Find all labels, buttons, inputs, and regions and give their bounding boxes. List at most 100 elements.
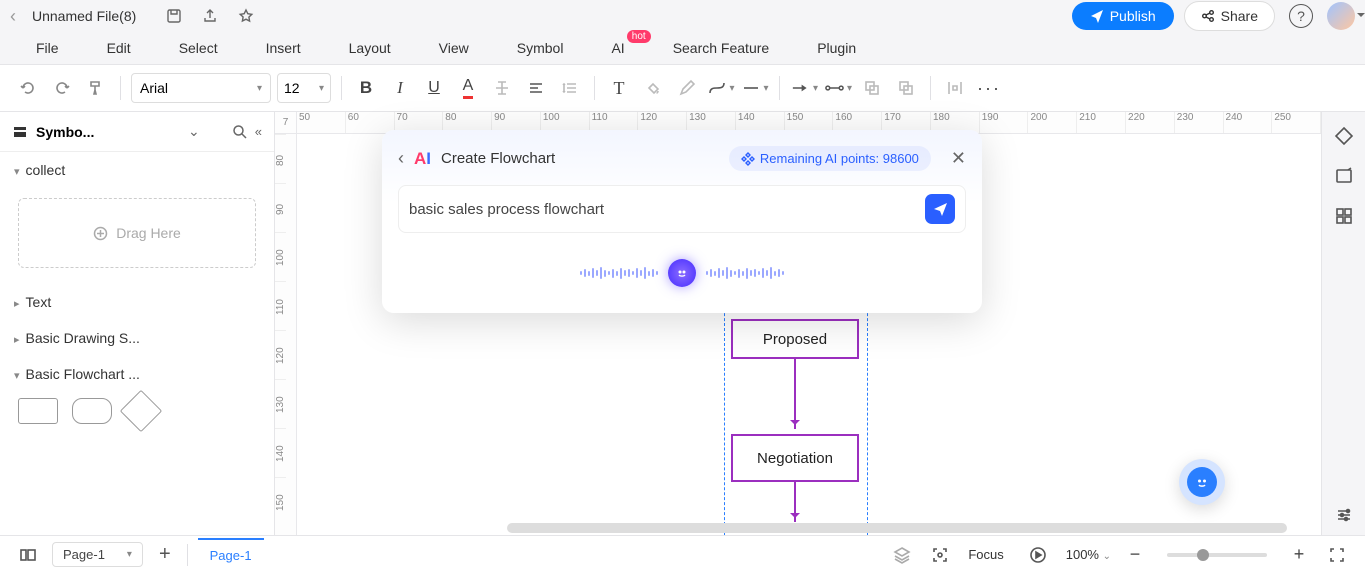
shape-rect[interactable]: [18, 398, 58, 424]
zoom-slider[interactable]: [1167, 553, 1267, 557]
menu-plugin[interactable]: Plugin: [817, 40, 856, 56]
horizontal-scrollbar[interactable]: [507, 523, 1287, 533]
fullscreen-icon[interactable]: [1323, 541, 1351, 569]
theme-icon[interactable]: [1334, 126, 1354, 146]
font-size-select[interactable]: 12▾: [277, 73, 331, 103]
send-back-icon[interactable]: [892, 74, 920, 102]
line-spacing-icon[interactable]: [556, 74, 584, 102]
export-icon[interactable]: [198, 4, 222, 28]
underline-icon[interactable]: U: [420, 74, 448, 102]
flow-arrow[interactable]: [794, 359, 796, 429]
shape-palette: [0, 392, 274, 432]
shape-rounded[interactable]: [72, 398, 112, 424]
ai-logo: AI: [414, 149, 431, 169]
vertical-ruler: 8090100110120130140150: [275, 134, 297, 535]
left-panel: Symbo... ⌄ « collect Drag Here Text Basi…: [0, 112, 275, 535]
share-button[interactable]: Share: [1184, 1, 1275, 31]
close-icon[interactable]: ✕: [951, 148, 966, 169]
search-icon[interactable]: [232, 124, 247, 139]
ai-assistant-bubble[interactable]: [1179, 459, 1225, 505]
section-basic-flowchart[interactable]: Basic Flowchart ...: [0, 356, 274, 392]
focus-icon[interactable]: [926, 541, 954, 569]
star-icon[interactable]: [234, 4, 258, 28]
shape-diamond[interactable]: [120, 390, 162, 432]
italic-icon[interactable]: I: [386, 74, 414, 102]
library-icon: [12, 124, 28, 140]
zoom-value[interactable]: 100% ⌄: [1066, 547, 1111, 562]
file-name: Unnamed File(8): [32, 8, 136, 24]
bold-icon[interactable]: B: [352, 74, 380, 102]
menu-ai[interactable]: AIhot: [611, 40, 624, 56]
undo-icon[interactable]: [14, 74, 42, 102]
menu-layout[interactable]: Layout: [349, 40, 391, 56]
layers-icon[interactable]: [888, 541, 916, 569]
back-button[interactable]: ‹: [10, 6, 16, 27]
ai-back-icon[interactable]: ‹: [398, 148, 404, 169]
save-icon[interactable]: [162, 4, 186, 28]
grid-icon[interactable]: [1334, 206, 1354, 226]
text-tool-icon[interactable]: T: [605, 74, 633, 102]
drag-here-label: Drag Here: [116, 225, 181, 241]
pages-icon[interactable]: [14, 541, 42, 569]
menu-symbol[interactable]: Symbol: [517, 40, 564, 56]
library-title: Symbo...: [36, 124, 180, 140]
menu-view[interactable]: View: [439, 40, 469, 56]
share-label: Share: [1221, 8, 1258, 24]
flow-arrow-2[interactable]: [794, 482, 796, 522]
font-color-icon[interactable]: A: [454, 74, 482, 102]
font-select[interactable]: Arial▾: [131, 73, 271, 103]
ai-loading-wave: [398, 259, 966, 287]
more-icon[interactable]: ···: [975, 74, 1003, 102]
menu-search-feature[interactable]: Search Feature: [673, 40, 770, 56]
image-icon[interactable]: [1334, 166, 1354, 186]
ai-send-button[interactable]: [925, 194, 955, 224]
add-page-button[interactable]: +: [153, 543, 177, 566]
page-tab[interactable]: Page-1: [198, 538, 264, 571]
right-rail: [1321, 112, 1365, 535]
menu-insert[interactable]: Insert: [266, 40, 301, 56]
connector-icon[interactable]: ▾: [707, 74, 735, 102]
collapse-panel-icon[interactable]: «: [255, 124, 262, 139]
align-icon[interactable]: [522, 74, 550, 102]
menu-edit[interactable]: Edit: [107, 40, 131, 56]
ai-flowchart-panel: ‹ AI Create Flowchart Remaining AI point…: [382, 130, 982, 313]
flow-node-negotiation[interactable]: Negotiation: [731, 434, 859, 482]
ai-points-badge[interactable]: Remaining AI points: 98600: [729, 146, 931, 171]
publish-label: Publish: [1110, 8, 1156, 24]
redo-icon[interactable]: [48, 74, 76, 102]
line-style-icon[interactable]: ▾: [741, 74, 769, 102]
bring-front-icon[interactable]: [858, 74, 886, 102]
user-avatar[interactable]: [1327, 2, 1355, 30]
expand-icon[interactable]: ⌄: [188, 123, 200, 140]
endpoints-icon[interactable]: ▾: [824, 74, 852, 102]
menu-bar: File Edit Select Insert Layout View Symb…: [0, 32, 1365, 64]
menu-file[interactable]: File: [36, 40, 59, 56]
hot-badge: hot: [627, 30, 651, 43]
strike-icon[interactable]: [488, 74, 516, 102]
menu-select[interactable]: Select: [179, 40, 218, 56]
zoom-in-icon[interactable]: +: [1285, 541, 1313, 569]
arrow-style-icon[interactable]: ▾: [790, 74, 818, 102]
section-text[interactable]: Text: [0, 284, 274, 320]
help-icon[interactable]: ?: [1289, 4, 1313, 28]
fill-icon[interactable]: [639, 74, 667, 102]
settings-list-icon[interactable]: [1334, 505, 1354, 525]
ai-prompt-input[interactable]: [409, 201, 915, 218]
page-select[interactable]: Page-1▾: [52, 542, 143, 567]
status-bar: Page-1▾ + Page-1 Focus 100% ⌄ − +: [0, 535, 1365, 573]
flow-node-proposed[interactable]: Proposed: [731, 319, 859, 359]
ai-orb-icon: [668, 259, 696, 287]
focus-label: Focus: [968, 547, 1003, 562]
zoom-out-icon[interactable]: −: [1121, 541, 1149, 569]
pen-icon[interactable]: [673, 74, 701, 102]
section-basic-drawing[interactable]: Basic Drawing S...: [0, 320, 274, 356]
ruler-corner: 7: [275, 112, 297, 134]
drag-here-zone[interactable]: Drag Here: [18, 198, 256, 268]
toolbar: Arial▾ 12▾ B I U A T ▾ ▾ ▾ ▾ ···: [0, 64, 1365, 112]
distribute-icon[interactable]: [941, 74, 969, 102]
format-painter-icon[interactable]: [82, 74, 110, 102]
section-collect[interactable]: collect: [0, 152, 274, 188]
publish-button[interactable]: Publish: [1072, 2, 1174, 30]
ai-panel-title: Create Flowchart: [441, 150, 555, 167]
play-icon[interactable]: [1024, 541, 1052, 569]
